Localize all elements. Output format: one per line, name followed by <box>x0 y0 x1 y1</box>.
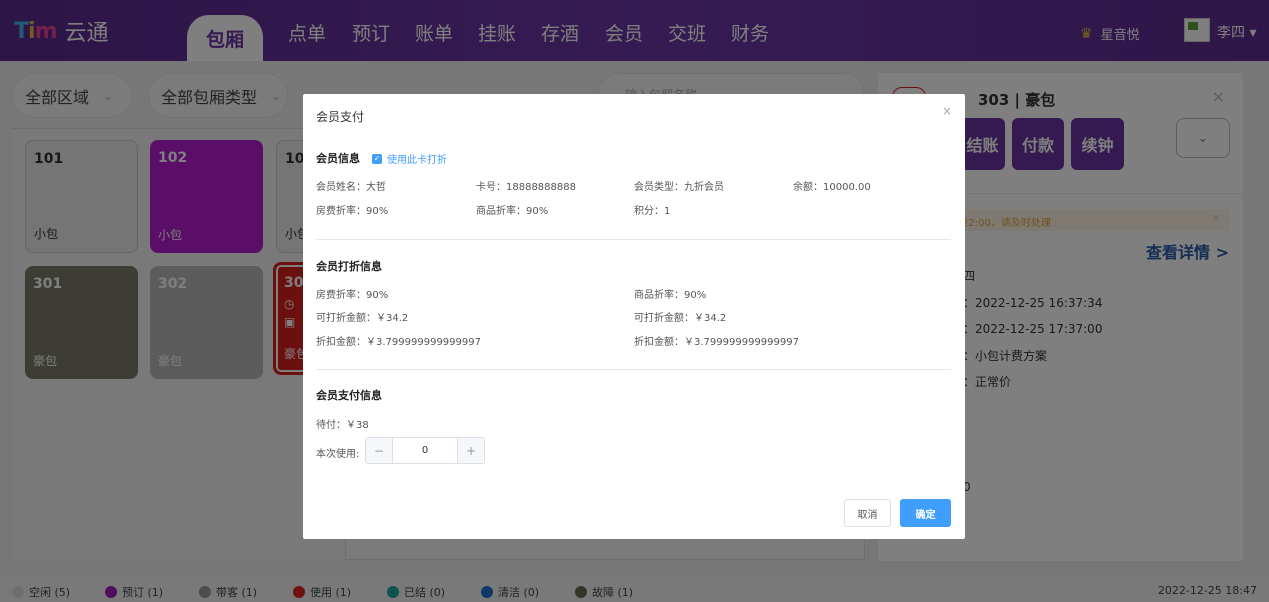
goods-discount-rate: 商品折率：90% <box>476 206 549 217</box>
use-amount-label: 本次使用: <box>316 449 360 460</box>
minus-icon[interactable]: − <box>366 438 393 463</box>
confirm-button[interactable]: 确定 <box>900 499 951 527</box>
pending-amount: 待付：￥38 <box>316 420 369 431</box>
use-amount-stepper[interactable]: − 0 + <box>365 437 485 464</box>
plus-icon[interactable]: + <box>457 438 484 463</box>
member-name: 会员姓名：大哲 <box>316 182 386 193</box>
use-card-discount-checkbox[interactable]: ✓ 使用此卡打折 <box>372 151 447 166</box>
payment-info-heading: 会员支付信息 <box>316 389 382 402</box>
dialog-title: 会员支付 <box>316 110 365 124</box>
room-discount-rate: 房费折率：90% <box>316 290 389 301</box>
member-type: 会员类型：九折会员 <box>634 182 724 193</box>
points: 积分：1 <box>634 206 671 217</box>
discount-info-heading: 会员打折信息 <box>316 260 382 273</box>
card-number: 卡号：18888888888 <box>476 182 576 193</box>
close-icon[interactable]: × <box>942 104 952 118</box>
member-payment-dialog: 会员支付 × 会员信息 ✓ 使用此卡打折 会员姓名：大哲 卡号：188888888… <box>303 94 965 539</box>
cancel-button[interactable]: 取消 <box>844 499 891 527</box>
goods-discount-amount: 折扣金额：￥3.799999999999997 <box>634 337 799 348</box>
checkmark-icon: ✓ <box>372 153 382 164</box>
room-discount-rate: 房费折率：90% <box>316 206 389 217</box>
use-amount-value[interactable]: 0 <box>393 438 457 463</box>
goods-discount-rate: 商品折率：90% <box>634 290 707 301</box>
divider <box>316 369 951 370</box>
goods-discountable-amount: 可打折金额：￥34.2 <box>634 313 727 324</box>
balance: 余额：10000.00 <box>793 182 871 193</box>
room-discount-amount: 折扣金额：￥3.799999999999997 <box>316 337 481 348</box>
member-info-heading: 会员信息 <box>316 152 360 165</box>
divider <box>316 239 951 240</box>
room-discountable-amount: 可打折金额：￥34.2 <box>316 313 409 324</box>
